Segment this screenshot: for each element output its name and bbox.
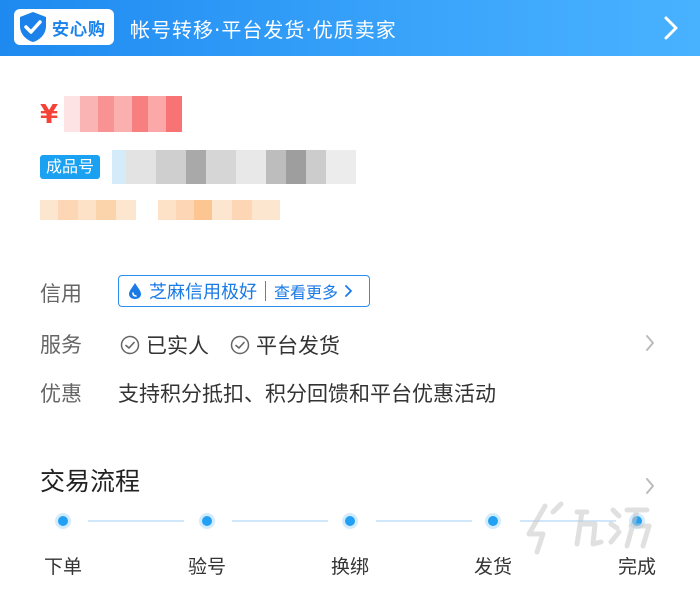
service-verified: 已实人 — [120, 330, 209, 360]
flow-step-label: 验号 — [187, 556, 226, 578]
check-circle-icon — [120, 335, 140, 355]
chevron-right-icon[interactable] — [644, 476, 656, 496]
chevron-right-icon[interactable] — [662, 14, 680, 42]
flow-step-label: 换绑 — [330, 556, 369, 578]
flow-connector — [376, 520, 472, 522]
flow-connector — [232, 520, 328, 522]
flow-title: 交易流程 — [40, 467, 141, 496]
credit-label: 信用 — [40, 282, 82, 306]
badge-text: 安心购 — [52, 19, 106, 40]
service-item-label: 平台发货 — [256, 334, 340, 358]
promo-text: 支持积分抵扣、积分回馈和平台优惠活动 — [118, 382, 496, 406]
price-redacted — [64, 96, 182, 132]
flow-step-dot — [199, 513, 215, 529]
anxingou-badge: 安心购 — [14, 9, 114, 45]
title-redacted — [112, 150, 356, 184]
flow-step-dot — [55, 513, 71, 529]
promo-label: 优惠 — [40, 382, 82, 406]
chevron-right-icon — [345, 285, 352, 297]
service-platform-delivery: 平台发货 — [230, 330, 340, 360]
banner-slogan: 帐号转移·平台发货·优质卖家 — [130, 18, 397, 42]
check-circle-icon — [230, 335, 250, 355]
flow-connector — [88, 520, 184, 522]
chevron-right-icon[interactable] — [644, 333, 656, 353]
credit-box[interactable]: 芝麻信用极好 查看更多 — [118, 275, 370, 307]
flow-step-label: 发货 — [473, 556, 512, 578]
top-banner[interactable]: 安心购 帐号转移·平台发货·优质卖家 — [0, 0, 700, 56]
product-tag: 成品号 — [40, 155, 101, 179]
flow-step-dot — [485, 513, 501, 529]
credit-text: 芝麻信用极好 — [149, 282, 257, 303]
credit-more-link[interactable]: 查看更多 — [274, 279, 338, 303]
credit-divider — [265, 281, 266, 301]
flow-step-dot — [342, 513, 358, 529]
flow-step-label: 下单 — [43, 556, 82, 578]
price-symbol: ¥ — [40, 100, 59, 130]
service-item-label: 已实人 — [146, 334, 209, 358]
watermark-logo-icon — [526, 501, 652, 555]
sesame-drop-icon — [129, 283, 141, 299]
shield-check-icon — [20, 12, 46, 42]
service-label: 服务 — [40, 333, 82, 357]
subtitle-redacted — [40, 200, 280, 220]
